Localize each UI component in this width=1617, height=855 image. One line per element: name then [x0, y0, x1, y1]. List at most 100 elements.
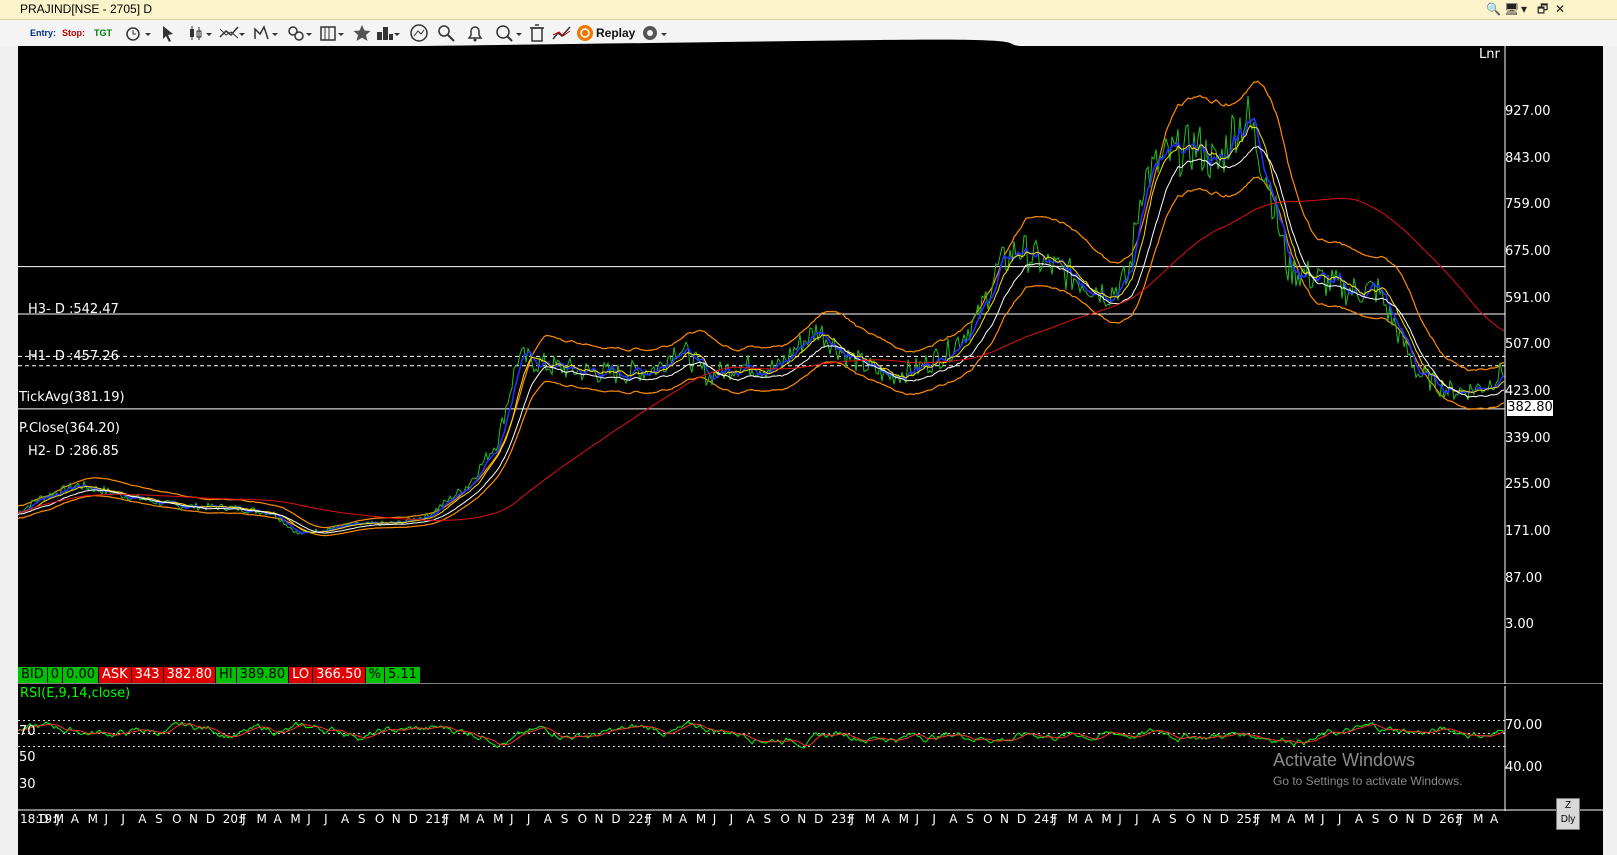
- time-tick-label: O: [172, 812, 182, 826]
- time-tick-label: S: [1168, 812, 1177, 826]
- time-tick-label: D: [1219, 812, 1229, 826]
- time-tick-label: M: [493, 812, 504, 826]
- level-label: P.Close(364.20): [19, 421, 120, 436]
- bid-price: 0.00: [63, 667, 98, 683]
- time-tick-label: A: [273, 812, 282, 826]
- time-tick-label: M: [459, 812, 470, 826]
- rsi-left-label: 50: [19, 750, 36, 765]
- time-tick-label: F: [1456, 812, 1464, 826]
- y-tick-label: 591.00: [1505, 291, 1551, 306]
- time-tick-label: S: [357, 812, 366, 826]
- time-tick-label: N: [391, 812, 401, 826]
- window-titlebar: PRAJIND[NSE - 2705] D 🔍 🖥 ▾ 🗗 ✕: [0, 0, 1617, 20]
- upper-band: [18, 80, 1505, 529]
- display-icon[interactable]: 🖥: [1504, 0, 1519, 19]
- hi-label: HI: [216, 667, 236, 683]
- rsi-panel[interactable]: [18, 686, 1603, 811]
- time-tick-label: M: [53, 812, 65, 826]
- level-label: TickAvg(381.19): [19, 390, 125, 405]
- time-tick-label: A: [476, 812, 485, 826]
- left-gutter: [0, 46, 18, 855]
- time-tick-label: J: [712, 812, 717, 826]
- time-tick-label: J: [915, 812, 920, 826]
- period-zoom: Z: [1564, 800, 1572, 811]
- rsi-right-label: 40.00: [1505, 760, 1543, 775]
- time-tick-label: S: [966, 812, 974, 826]
- pct-label: %: [365, 667, 384, 683]
- time-tick-label: A: [138, 812, 147, 826]
- dropdown-icon[interactable]: ▾: [1521, 0, 1527, 19]
- find-icon[interactable]: 🔍: [1486, 0, 1501, 19]
- ma-fast: [18, 116, 1505, 534]
- time-tick-label: F: [1050, 812, 1058, 826]
- level-label: H2- D :286.85: [28, 444, 119, 459]
- rsi-left-label: 30: [19, 777, 36, 792]
- time-tick-label: A: [1490, 812, 1499, 826]
- time-tick-label: S: [155, 812, 163, 826]
- time-tick-label: N: [1000, 812, 1009, 826]
- time-tick-label: N: [797, 812, 807, 826]
- watermark-subtitle: Go to Settings to activate Windows.: [1273, 774, 1463, 788]
- time-tick-label: A: [949, 812, 958, 826]
- close-button[interactable]: ✕: [1555, 0, 1565, 19]
- time-tick-label: D: [1422, 812, 1432, 826]
- time-tick-label: N: [1202, 812, 1212, 826]
- y-tick-label: 927.00: [1505, 104, 1551, 119]
- time-tick-label: A: [1152, 812, 1161, 826]
- time-tick-label: A: [1354, 812, 1364, 826]
- y-tick-label: 171.00: [1505, 524, 1551, 539]
- price-panel[interactable]: [18, 46, 1603, 684]
- time-tick-label: O: [780, 812, 790, 826]
- time-tick-label: J: [932, 812, 936, 826]
- ask-qty: 343: [131, 667, 163, 683]
- chart-area[interactable]: Lnr 927.00 843.00 759.00 675.00 591.00 507.00…: [18, 46, 1603, 855]
- time-tick-label: A: [678, 812, 688, 826]
- time-tick-label: A: [543, 812, 552, 826]
- y-tick-label: 339.00: [1505, 431, 1551, 446]
- time-tick-label: A: [341, 812, 350, 826]
- y-tick-label: 759.00: [1505, 197, 1551, 212]
- time-tick-label: M: [1067, 812, 1078, 826]
- time-tick-label: J: [526, 812, 531, 826]
- bid-qty: 0: [47, 667, 63, 683]
- time-tick-label: A: [881, 812, 890, 826]
- price-line: [18, 95, 1505, 535]
- time-tick-label: F: [239, 812, 247, 826]
- y-tick-label: 423.00: [1505, 384, 1551, 399]
- period-label: Dly: [1560, 814, 1576, 825]
- time-tick-label: F: [847, 812, 855, 826]
- ma-long: [18, 197, 1505, 522]
- lo-value: 366.50: [313, 667, 365, 683]
- pct-value: 5.11: [384, 667, 420, 683]
- time-tick-label: J: [1135, 812, 1139, 826]
- scale-label[interactable]: Lnr: [1479, 47, 1500, 62]
- y-tick-label: 87.00: [1505, 571, 1543, 586]
- time-tick-label: D: [408, 812, 418, 826]
- lo-label: LO: [289, 667, 313, 683]
- time-tick-label: O: [983, 812, 993, 826]
- time-tick-label: J: [121, 812, 125, 826]
- period-button[interactable]: Z Dly: [1556, 798, 1580, 830]
- time-tick-label: N: [188, 812, 198, 826]
- time-tick-label: S: [763, 812, 772, 826]
- time-tick-label: O: [1388, 812, 1399, 826]
- time-tick-label: A: [70, 812, 79, 826]
- hi-value: 389.80: [236, 667, 289, 683]
- time-tick-label: F: [1253, 812, 1261, 826]
- time-tick-label: M: [87, 812, 98, 826]
- time-tick-label: J: [1337, 812, 1342, 826]
- time-tick-label: M: [256, 812, 267, 826]
- y-tick-label: 3.00: [1505, 617, 1534, 632]
- rsi-left-label: 70: [19, 724, 36, 739]
- quote-strip: BID 0 0.00 ASK 343 382.80 HI 389.80 LO 3…: [18, 667, 421, 683]
- restore-button[interactable]: 🗗: [1537, 0, 1548, 19]
- time-tick-label: J: [104, 812, 109, 826]
- time-tick-label: F: [645, 812, 653, 826]
- ask-label: ASK: [99, 667, 131, 683]
- time-tick-label: F: [442, 812, 450, 826]
- time-tick-label: J: [729, 812, 734, 826]
- time-tick-label: O: [374, 812, 385, 826]
- time-tick-label: M: [864, 812, 876, 826]
- y-tick-label: 843.00: [1505, 151, 1551, 166]
- time-tick-label: A: [746, 812, 755, 826]
